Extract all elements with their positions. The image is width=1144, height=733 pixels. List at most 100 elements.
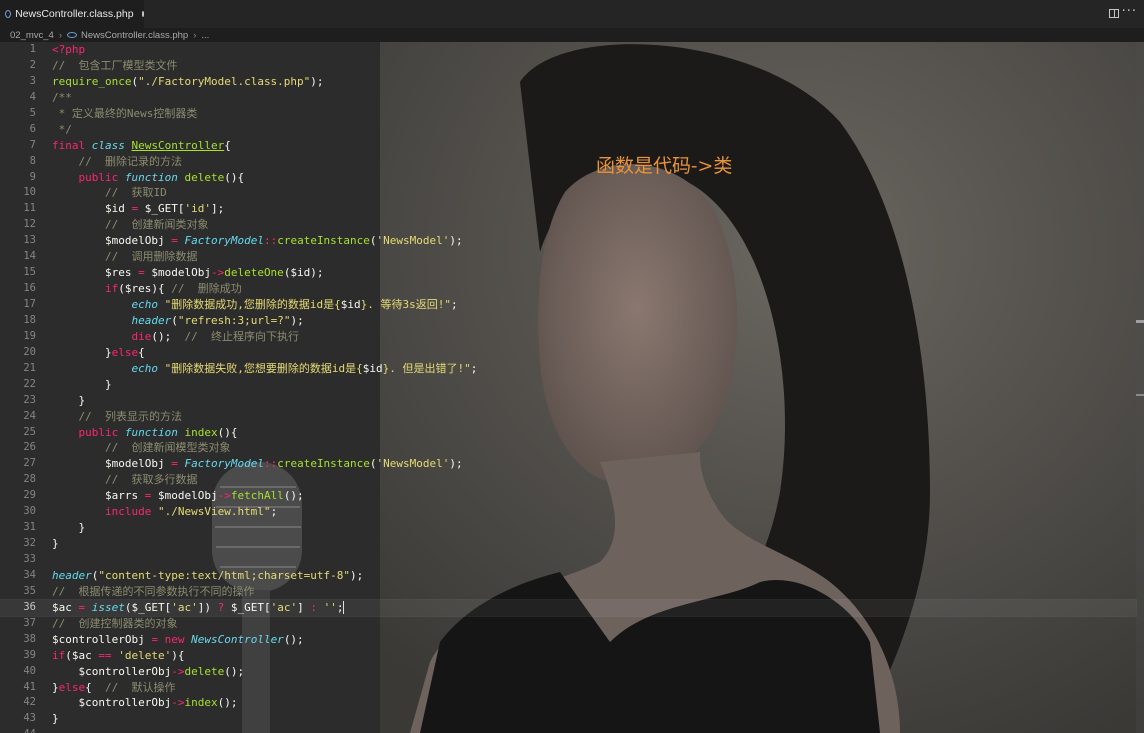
split-editor-icon[interactable] [1109, 9, 1119, 18]
code-line[interactable]: 42 $controllerObj->index(); [0, 695, 1136, 711]
code-line[interactable]: 39 if($ac == 'delete'){ [0, 648, 1136, 664]
code-text: // 根据传递的不同参数执行不同的操作 [52, 584, 255, 600]
code-line[interactable]: 12 // 创建新闻类对象 [0, 217, 1136, 233]
code-line[interactable]: 18 header("refresh:3;url=?"); [0, 313, 1136, 329]
code-line[interactable]: 8 // 删除记录的方法 [0, 154, 1136, 170]
code-token: // 创建新闻类对象 [104, 218, 209, 232]
code-line[interactable]: 23 } [0, 393, 1136, 409]
editor-window: NewsController.class.php ··· 02_mvc_4 › … [0, 0, 1144, 733]
code-line[interactable]: 16 if($res){ // 删除成功 [0, 281, 1136, 297]
code-token: class [91, 138, 132, 152]
code-token: "删除数据失败,您想要删除的数据id是{ [164, 361, 363, 375]
code-line[interactable]: 22 } [0, 377, 1136, 393]
breadcrumb-file[interactable]: NewsController.class.php [67, 30, 188, 41]
code-line[interactable]: 20 }else{ [0, 345, 1136, 361]
code-line[interactable]: 28 // 获取多行数据 [0, 472, 1136, 488]
code-line[interactable]: 1 <?php [0, 42, 1136, 58]
code-line[interactable]: 10 // 获取ID [0, 185, 1136, 201]
code-token: createInstance [277, 457, 370, 471]
code-token: 'NewsModel' [376, 457, 450, 471]
code-text: <?php [52, 42, 85, 58]
code-token: index [184, 696, 218, 710]
code-token: "refresh:3;url=?" [177, 313, 291, 327]
code-token: (); [217, 696, 238, 710]
code-area[interactable]: 1 <?php 2// 包含工厂模型类文件 3 require_once("./Fact… [0, 42, 1137, 733]
code-line[interactable]: 17 echo "删除数据成功,您删除的数据id是{$id}. 等待3s返回!"… [0, 297, 1136, 313]
code-token: = [78, 600, 92, 614]
code-text: } [52, 520, 85, 536]
code-line[interactable]: 44 [0, 727, 1136, 733]
code-line[interactable]: 6 */ [0, 122, 1136, 138]
line-number: 36 [23, 600, 36, 613]
code-token: : [310, 600, 324, 614]
code-token: ); [449, 234, 463, 248]
code-line[interactable]: 40 $controllerObj->delete(); [0, 664, 1136, 680]
unsaved-dot-icon[interactable] [141, 11, 144, 17]
breadcrumb-folder[interactable]: 02_mvc_4 [10, 30, 54, 41]
code-token: { [138, 345, 145, 359]
code-line[interactable]: 3 require_once("./FactoryModel.class.php"… [0, 74, 1136, 90]
code-line[interactable]: 35 // 根据传递的不同参数执行不同的操作 [0, 584, 1136, 600]
code-line[interactable]: 21 echo "删除数据失败,您想要删除的数据id是{$id}. 但是出错了!… [0, 361, 1136, 377]
code-line[interactable]: 2 // 包含工厂模型类文件 [0, 58, 1136, 74]
code-token: public [78, 425, 125, 439]
code-token: ( [171, 313, 178, 327]
code-line[interactable]: 4 /** [0, 90, 1136, 106]
code-line[interactable]: 36 $ac = isset($_GET['ac']) ? $_GET['ac']… [0, 598, 1137, 617]
code-token: { [224, 138, 231, 152]
code-line[interactable]: 38 $controllerObj = new NewsController(); [0, 632, 1136, 648]
code-line[interactable]: 33 [0, 552, 1136, 568]
line-number: 18 [23, 313, 36, 326]
line-number: 7 [29, 138, 36, 151]
code-line[interactable]: 11 $id = $_GET['id']; [0, 201, 1136, 217]
code-line[interactable]: 14 // 调用删除数据 [0, 249, 1136, 265]
code-token: } [52, 393, 86, 407]
code-token: } [52, 537, 59, 551]
code-token: 'id' [184, 202, 211, 216]
code-line[interactable]: 5 * 定义最终的News控制器类 [0, 106, 1136, 122]
code-line[interactable]: 24 // 列表显示的方法 [0, 409, 1136, 425]
code-token: ; [470, 361, 478, 375]
code-line[interactable]: 34 header("content-type:text/html;charset… [0, 568, 1136, 584]
code-text: include "./NewsView.html"; [52, 504, 277, 520]
vertical-scrollbar[interactable] [1136, 42, 1144, 733]
code-line[interactable]: 9 public function delete(){ [0, 170, 1136, 186]
line-number: 43 [23, 712, 36, 725]
editor-tab[interactable]: NewsController.class.php [0, 0, 144, 28]
code-line[interactable]: 15 $res = $modelObj->deleteOne($id); [0, 265, 1136, 281]
code-token: (); [224, 664, 245, 678]
scrollbar-cursor-marker [1136, 320, 1144, 323]
code-line[interactable]: 7 final class NewsController{ [0, 138, 1136, 154]
line-number: 27 [23, 457, 36, 470]
code-editor[interactable]: 1 <?php 2// 包含工厂模型类文件 3 require_once("./Fact… [0, 42, 1144, 733]
code-line[interactable]: 43} [0, 711, 1136, 727]
code-token: $modelObj [52, 457, 172, 471]
code-text: } [52, 377, 112, 393]
code-line[interactable]: 29 $arrs = $modelObj->fetchAll(); [0, 488, 1136, 504]
code-line[interactable]: 27 $modelObj = FactoryModel::createInsta… [0, 456, 1136, 472]
code-line[interactable]: 31 } [0, 520, 1136, 536]
code-line[interactable]: 41}else{ // 默认操作 [0, 680, 1136, 696]
code-line[interactable]: 30 include "./NewsView.html"; [0, 504, 1136, 520]
code-line[interactable]: 32} [0, 536, 1136, 552]
code-token: ($res){ [118, 282, 172, 296]
code-text: public function delete(){ [52, 170, 245, 186]
code-token: { [85, 680, 105, 694]
code-line[interactable]: 19 die(); // 终止程序向下执行 [0, 329, 1136, 345]
code-text: if($res){ // 删除成功 [52, 281, 242, 297]
code-line[interactable]: 25 public function index(){ [0, 425, 1136, 441]
line-number: 13 [23, 234, 36, 247]
more-actions-icon[interactable]: ··· [1122, 5, 1137, 19]
code-line[interactable]: 13 $modelObj = FactoryModel::createInsta… [0, 233, 1136, 249]
code-token: ; [450, 298, 458, 311]
code-token: -> [217, 489, 231, 503]
line-number: 41 [23, 680, 36, 693]
code-line[interactable]: 26 // 创建新闻模型类对象 [0, 440, 1136, 456]
code-token: delete [184, 664, 225, 678]
code-text: // 获取ID [52, 185, 167, 201]
code-line[interactable]: 37 // 创建控制器类的对象 [0, 616, 1136, 632]
breadcrumb-symbol[interactable]: ... [201, 30, 209, 41]
